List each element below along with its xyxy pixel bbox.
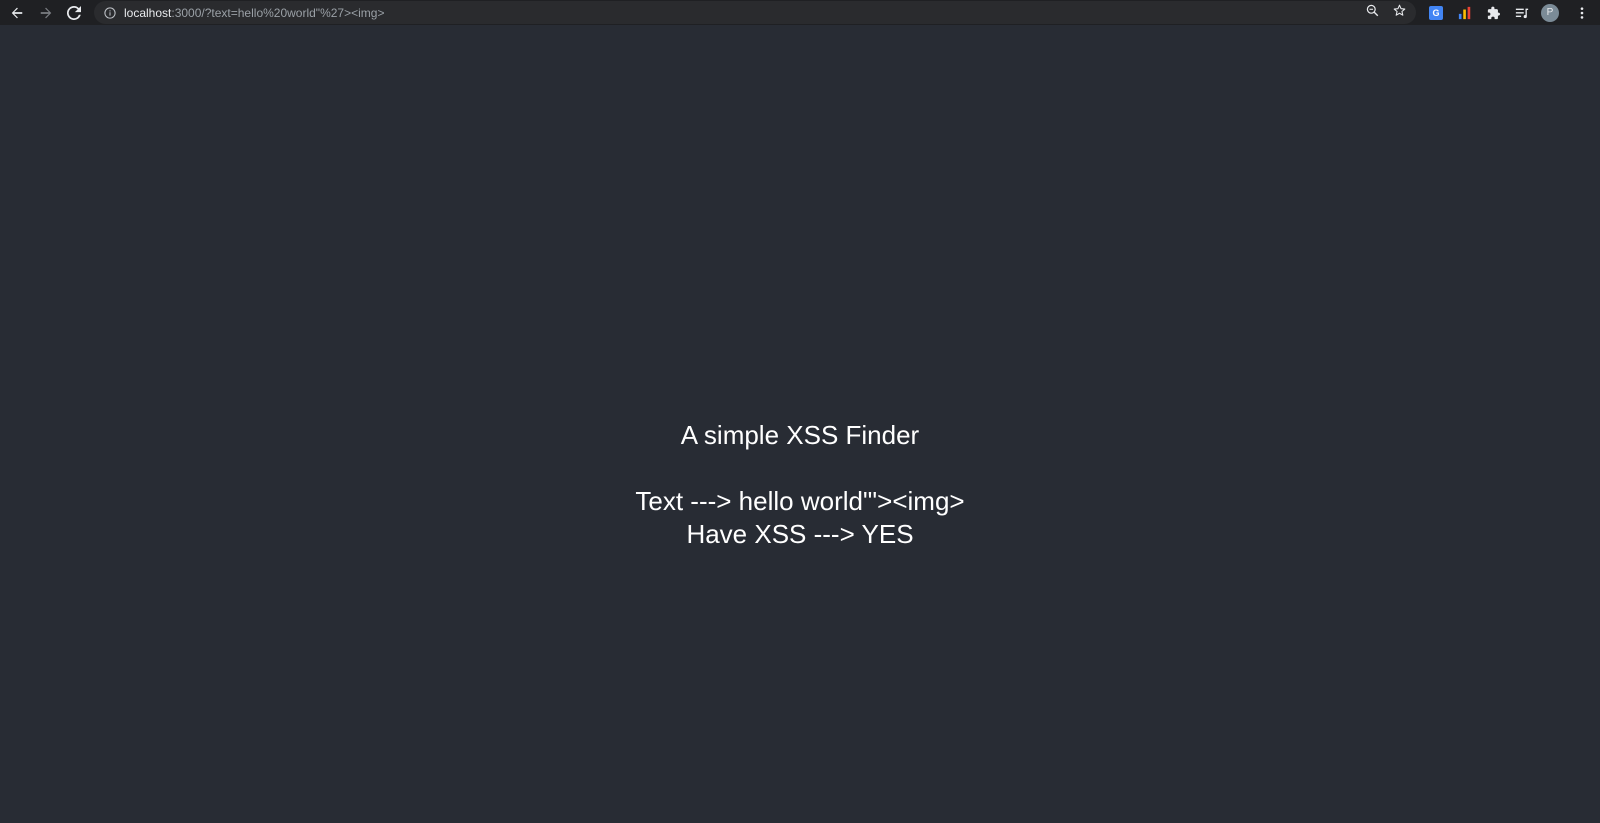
google-translate-icon: G [1429,5,1443,20]
browser-menu-button[interactable] [1575,0,1589,25]
analytics-extension[interactable] [1458,0,1472,25]
url-host: localhost [124,5,172,20]
address-bar[interactable]: localhost:3000/?text=hello%20world"%27><… [94,1,1416,24]
url-text[interactable]: localhost:3000/?text=hello%20world"%27><… [124,6,384,20]
star-icon[interactable] [1393,4,1406,22]
puzzle-icon [1487,6,1501,19]
media-control-button[interactable] [1515,0,1529,25]
back-button[interactable] [7,3,27,23]
translate-glyph: G [1432,7,1440,18]
reload-button[interactable] [64,3,84,23]
extensions-button[interactable] [1487,0,1501,25]
reload-icon [67,5,81,20]
profile-button[interactable]: P [1541,0,1559,25]
arrow-right-icon [40,7,52,18]
xss-result-line: Have XSS ---> YES [686,519,914,549]
forward-button[interactable] [36,3,56,23]
page-title: A simple XSS Finder [680,420,920,450]
kebab-menu-icon [1580,6,1584,19]
text-result-line: Text ---> hello world"'><img> [635,486,965,516]
page-content: A simple XSS Finder Text ---> hello worl… [0,25,1600,823]
omnibox-actions [1366,1,1406,24]
analytics-icon [1458,6,1471,19]
translate-extension[interactable]: G [1429,0,1443,25]
browser-toolbar: localhost:3000/?text=hello%20world"%27><… [0,0,1600,25]
arrow-left-icon [11,7,23,18]
url-path: :3000/?text=hello%20world"%27><img> [171,5,385,20]
zoom-icon[interactable] [1366,4,1379,22]
info-icon[interactable] [104,6,116,19]
avatar: P [1541,3,1559,22]
media-control-icon [1515,8,1529,18]
avatar-letter: P [1546,7,1554,18]
